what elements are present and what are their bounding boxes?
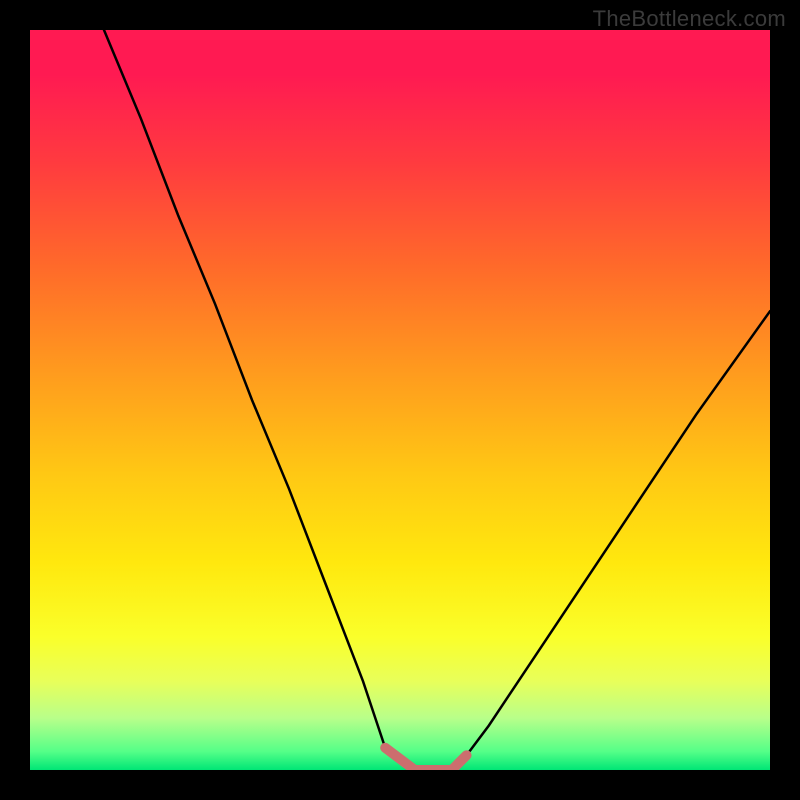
watermark-text: TheBottleneck.com: [593, 6, 786, 32]
curve-left-branch: [104, 30, 385, 748]
bottleneck-curve-svg: [30, 30, 770, 770]
highlight-valley: [385, 748, 466, 770]
curve-right-branch: [467, 311, 770, 755]
plot-area: [30, 30, 770, 770]
chart-frame: TheBottleneck.com: [0, 0, 800, 800]
